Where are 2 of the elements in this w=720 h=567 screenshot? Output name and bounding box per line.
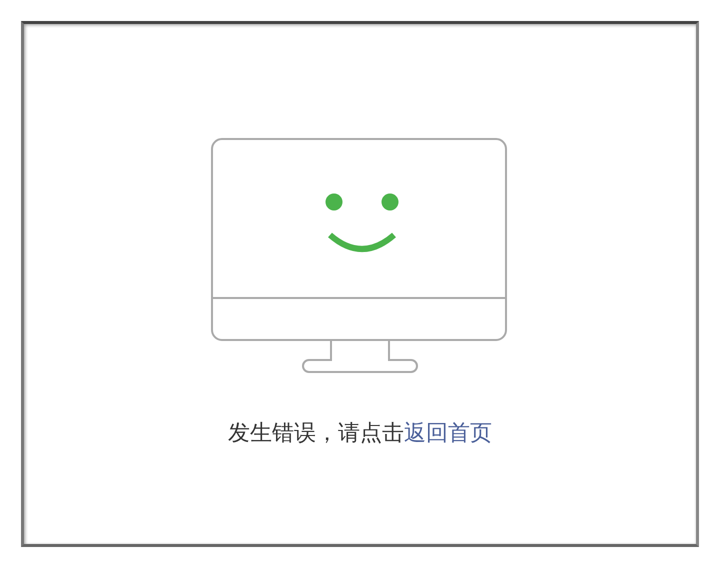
home-link[interactable]: 返回首页 [404,421,492,446]
error-message: 发生错误，请点击返回首页 [228,423,492,445]
